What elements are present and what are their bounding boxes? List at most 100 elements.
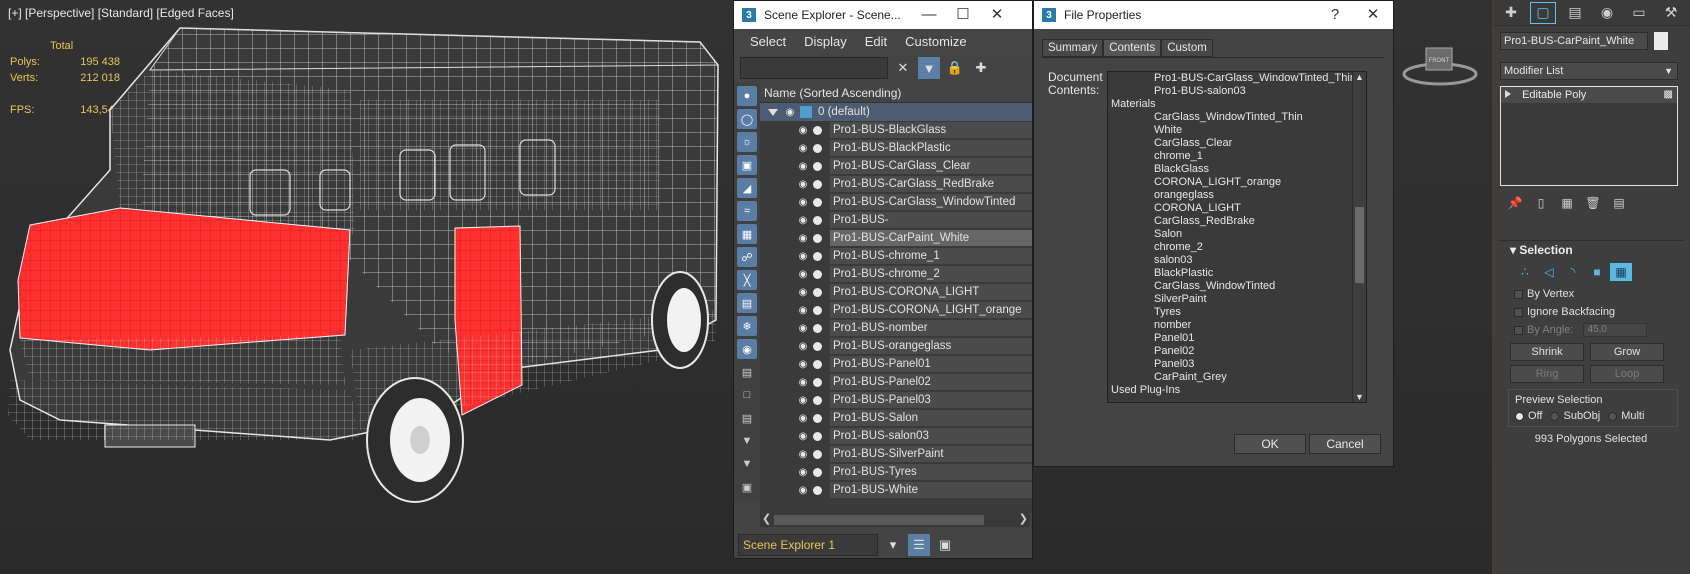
scene-object-row[interactable]: ◉ Pro1-BUS-CORONA_LIGHT [760,283,1032,301]
scene-object-row[interactable]: ◉ Pro1-BUS-CORONA_LIGHT_orange [760,301,1032,319]
bus-wireframe-model[interactable] [0,20,740,540]
scene-object-row[interactable]: ◉ Pro1-BUS-Panel03 [760,391,1032,409]
select-all-icon[interactable]: ▤ [737,362,757,382]
configure-sets-icon[interactable]: ▤ [1606,196,1632,210]
object-color-swatch[interactable] [1654,32,1668,50]
display-lights-icon[interactable]: ☼ [737,132,757,152]
scene-object-row[interactable]: ◉ Pro1-BUS-White [760,481,1032,499]
freeze-toggle-icon[interactable] [813,485,822,495]
clear-search-icon[interactable]: ✕ [892,57,914,79]
freeze-toggle-icon[interactable] [813,449,822,459]
scene-object-row[interactable]: ◉ Pro1-BUS-CarGlass_Clear [760,157,1032,175]
ignore-backfacing-checkbox[interactable]: Ignore Backfacing [1498,303,1684,321]
scene-search-input[interactable] [740,57,888,79]
scroll-left-icon[interactable]: ❮ [762,512,771,525]
modifier-stack-item[interactable]: Editable Poly ▩ [1501,87,1677,103]
polygon-mode-icon[interactable]: ■ [1586,263,1608,281]
checkbox-box[interactable] [1514,289,1523,299]
cancel-button[interactable]: Cancel [1309,434,1381,454]
hierarchy-tab-icon[interactable]: ▤ [1562,2,1588,24]
freeze-toggle-icon[interactable] [813,269,822,279]
pin-stack-icon[interactable]: 📌 [1502,196,1528,210]
checkbox-box[interactable] [1514,325,1523,335]
scene-object-row[interactable]: ◉ Pro1-BUS-CarPaint_White [760,229,1032,247]
visibility-eye-icon[interactable]: ◉ [796,215,810,226]
radio-dot[interactable] [1608,411,1618,421]
freeze-toggle-icon[interactable] [813,125,822,135]
freeze-toggle-icon[interactable] [813,431,822,441]
scene-object-row[interactable]: ◉ Pro1-BUS-CarGlass_RedBrake [760,175,1032,193]
visibility-eye-icon[interactable]: ◉ [796,377,810,388]
layer-explorer-icon[interactable]: ☰ [908,534,930,556]
tab-summary[interactable]: Summary [1042,39,1104,57]
menu-edit[interactable]: Edit [865,34,887,49]
freeze-toggle-icon[interactable] [813,215,822,225]
freeze-toggle-icon[interactable] [813,467,822,477]
scene-object-row[interactable]: ◉ Pro1-BUS-BlackPlastic [760,139,1032,157]
display-tab-icon[interactable]: ▭ [1626,2,1652,24]
preview-subobj-radio[interactable]: SubObj [1550,410,1600,422]
scroll-right-icon[interactable]: ❯ [1019,512,1028,525]
menu-select[interactable]: Select [750,34,786,49]
angle-spinner[interactable]: 45,0 [1583,323,1648,337]
shrink-button[interactable]: Shrink [1510,343,1584,361]
scene-object-row[interactable]: ◉ Pro1-BUS-orangeglass [760,337,1032,355]
sync-icon[interactable]: ▣ [737,477,757,497]
modifier-list-dropdown[interactable]: Modifier List ▼ [1500,62,1678,80]
grow-button[interactable]: Grow [1590,343,1664,361]
display-frozen-icon[interactable]: ❄ [737,316,757,336]
display-spacewarps-icon[interactable]: ≈ [737,201,757,221]
freeze-toggle-icon[interactable] [813,251,822,261]
selection-rollout-title[interactable]: ▾ Selection [1498,241,1684,259]
freeze-toggle-icon[interactable] [813,413,822,423]
visibility-eye-icon[interactable]: ◉ [796,125,810,136]
select-none-icon[interactable]: □ [737,385,757,405]
freeze-toggle-icon[interactable] [813,233,822,243]
freeze-toggle-icon[interactable] [813,359,822,369]
visibility-eye-icon[interactable]: ◉ [796,233,810,244]
display-geometry-icon[interactable]: ● [737,86,757,106]
modifier-settings-icon[interactable]: ▩ [1664,87,1673,103]
filter-icon[interactable]: ▼ [918,57,940,79]
make-unique-icon[interactable]: ▦ [1554,196,1580,210]
visibility-eye-icon[interactable]: ◉ [796,449,810,460]
freeze-toggle-icon[interactable] [813,287,822,297]
ring-button[interactable]: Ring [1510,365,1584,383]
display-shapes-icon[interactable]: ◯ [737,109,757,129]
freeze-toggle-icon[interactable] [813,341,822,351]
document-contents-list[interactable]: Pro1-BUS-CarGlass_WindowTinted_Thin Pro1-… [1107,71,1367,403]
file-properties-titlebar[interactable]: 3 File Properties ? ✕ [1034,1,1393,29]
scene-object-row[interactable]: ◉ Pro1-BUS-Tyres [760,463,1032,481]
scene-object-row[interactable]: ◉ Pro1-BUS-chrome_2 [760,265,1032,283]
scene-explorer-titlebar[interactable]: 3 Scene Explorer - Scene... — ☐ ✕ [734,1,1032,29]
freeze-toggle-icon[interactable] [813,377,822,387]
preview-multi-radio[interactable]: Multi [1608,410,1644,422]
collapse-arrow-icon[interactable] [768,108,778,116]
explorer-instance-dropdown[interactable]: Scene Explorer 1 [738,534,878,556]
scene-object-row[interactable]: ◉ Pro1-BUS-Panel01 [760,355,1032,373]
display-helpers-icon[interactable]: ◢ [737,178,757,198]
checkbox-box[interactable] [1514,307,1523,317]
radio-dot[interactable] [1515,411,1524,421]
display-groups-icon[interactable]: ▦ [737,224,757,244]
select-invert-icon[interactable]: ▤ [737,408,757,428]
scene-object-row[interactable]: ◉ Pro1-BUS-Panel02 [760,373,1032,391]
freeze-toggle-icon[interactable] [813,197,822,207]
by-vertex-checkbox[interactable]: By Vertex [1498,285,1684,303]
visibility-eye-icon[interactable]: ◉ [796,341,810,352]
visibility-eye-icon[interactable]: ◉ [796,413,810,424]
minimize-button[interactable]: — [912,1,946,29]
visibility-eye-icon[interactable]: ◉ [796,485,810,496]
tab-contents[interactable]: Contents [1103,39,1162,57]
display-cameras-icon[interactable]: ▣ [737,155,757,175]
motion-tab-icon[interactable]: ◉ [1594,2,1620,24]
freeze-toggle-icon[interactable] [813,305,822,315]
hierarchy-icon[interactable]: ▣ [934,534,956,556]
object-name-field[interactable]: Pro1-BUS-CarPaint_White [1500,32,1648,50]
visibility-eye-icon[interactable]: ◉ [796,359,810,370]
filter-settings-icon[interactable]: ▼ [737,431,757,451]
menu-display[interactable]: Display [804,34,847,49]
help-button[interactable]: ? [1318,1,1352,29]
scroll-down-icon[interactable]: ▼ [1355,392,1364,402]
scene-object-row[interactable]: ◉ Pro1-BUS-CarGlass_WindowTinted [760,193,1032,211]
